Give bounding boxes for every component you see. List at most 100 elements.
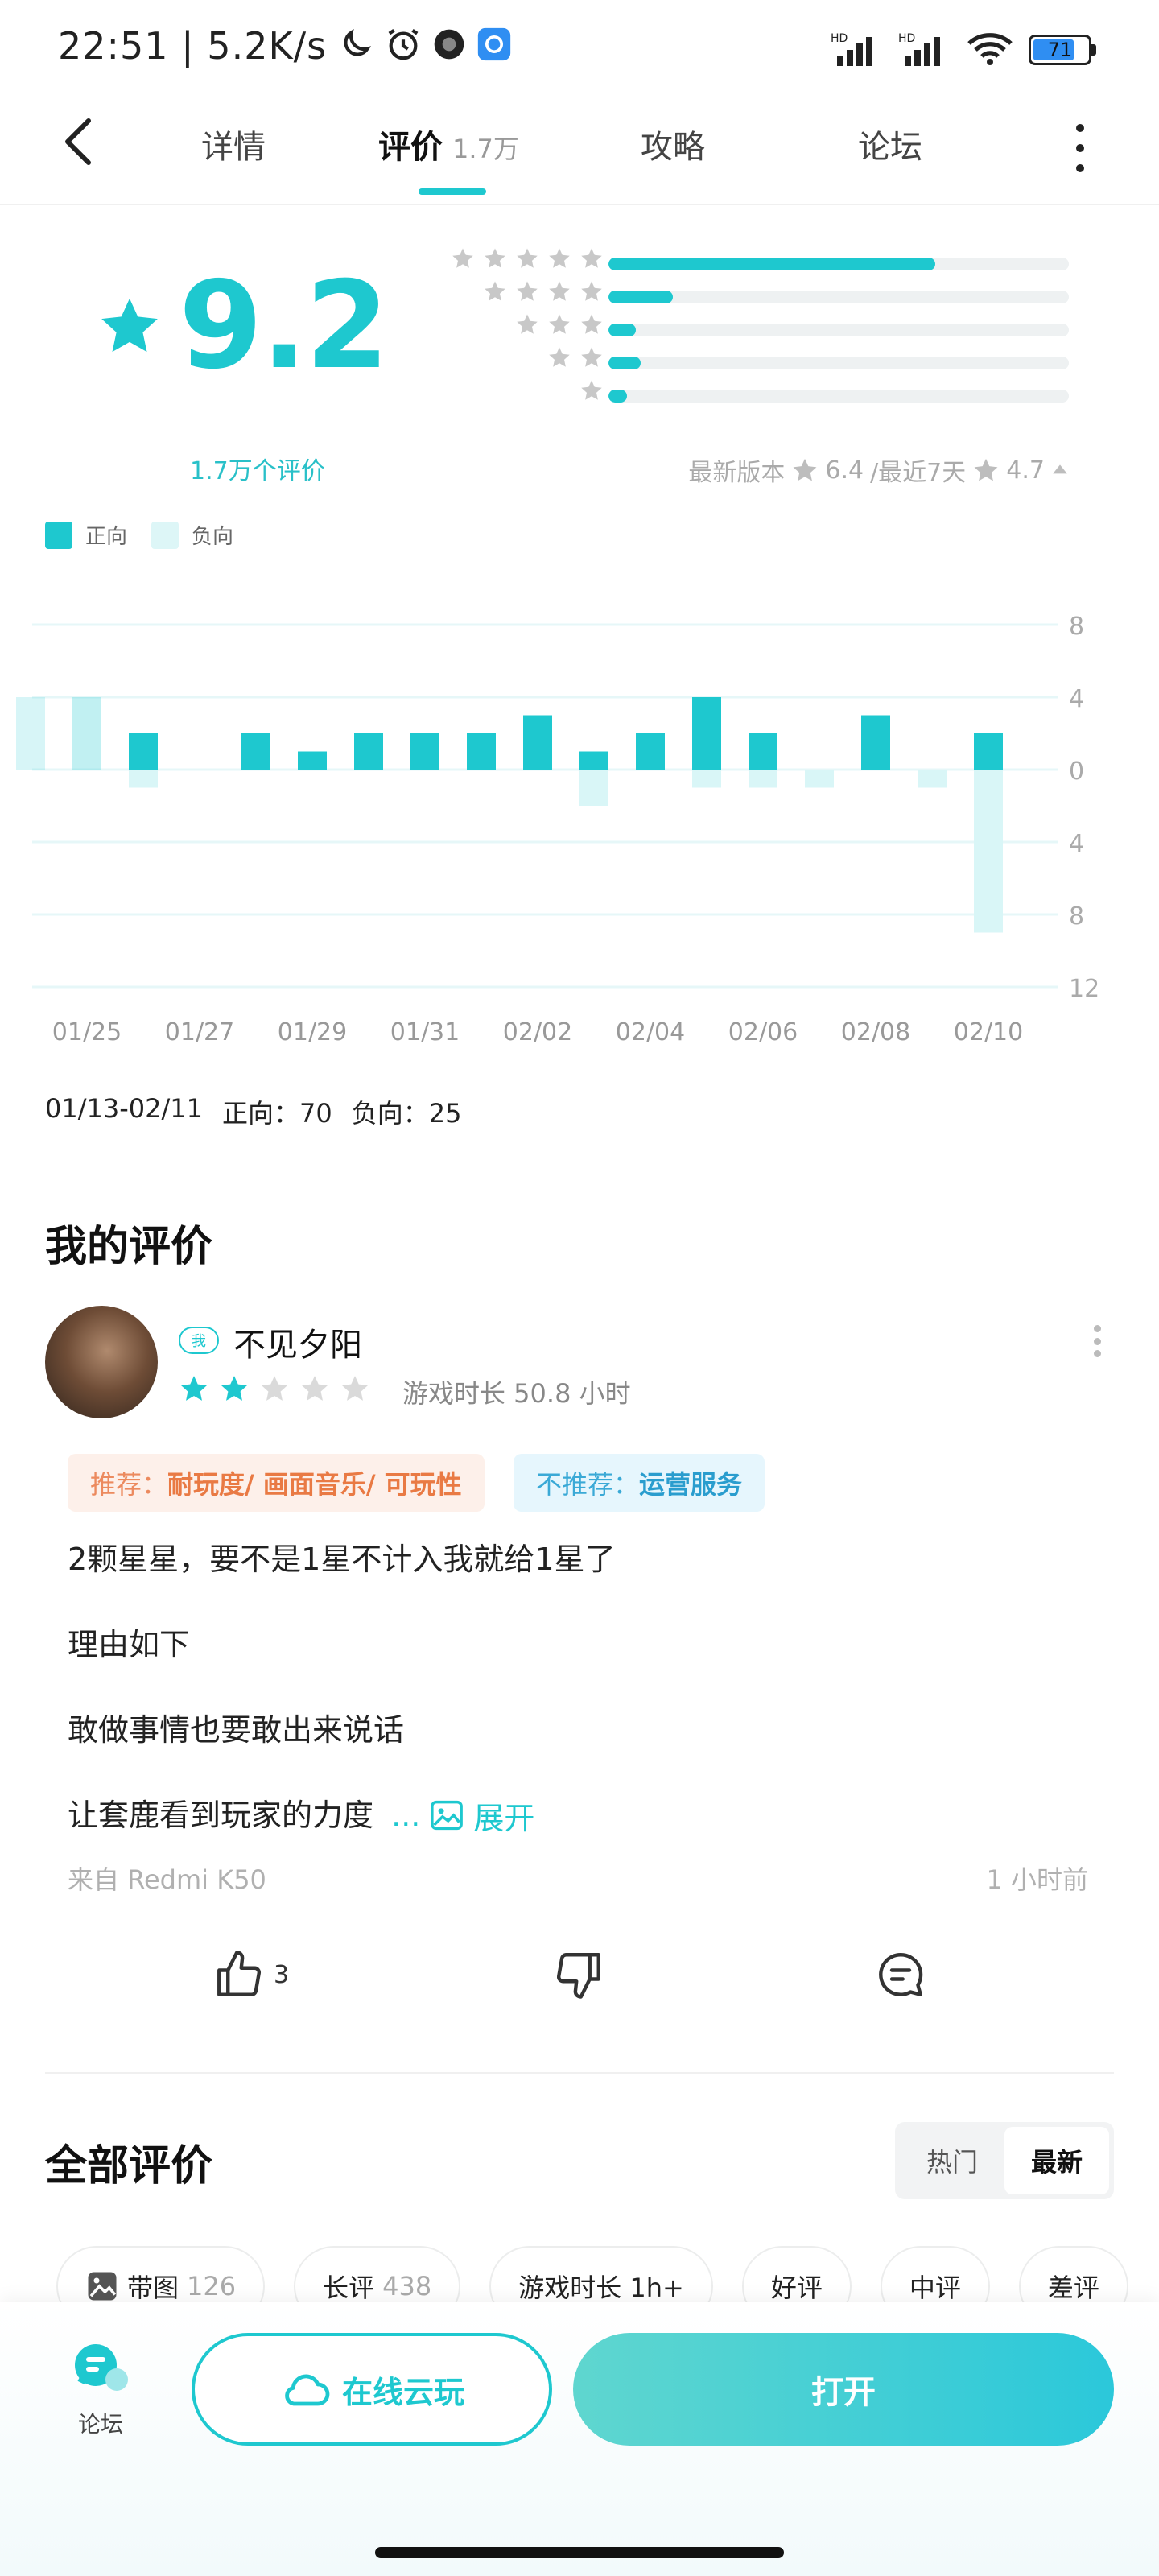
y-tick-label: 0 bbox=[1069, 758, 1084, 786]
tab-forum[interactable]: 论坛 bbox=[858, 121, 922, 167]
expand-button[interactable]: ... 展开 bbox=[391, 1794, 534, 1838]
star-icon bbox=[793, 458, 817, 481]
review-text-line: 敢做事情也要敢出来说话 bbox=[68, 1712, 405, 1748]
username[interactable]: 不见夕阳 bbox=[233, 1319, 362, 1365]
tab-reviews[interactable]: 评价 1.7万 bbox=[378, 121, 519, 167]
distribution-row-2-star bbox=[402, 345, 1079, 378]
star-icon bbox=[549, 281, 570, 301]
distribution-stars bbox=[580, 378, 604, 402]
chevron-left-icon bbox=[65, 118, 91, 165]
positive-bar[interactable] bbox=[354, 733, 383, 770]
filter-label: 差评 bbox=[1047, 2273, 1099, 2303]
distribution-stars bbox=[483, 279, 604, 303]
like-button[interactable]: 3 bbox=[212, 1948, 289, 2001]
positive-bar[interactable] bbox=[129, 733, 158, 770]
positive-bar[interactable] bbox=[72, 697, 101, 770]
star-icon bbox=[581, 380, 602, 400]
review-more-button[interactable] bbox=[1091, 1325, 1103, 1357]
caret-up-icon bbox=[1053, 464, 1067, 474]
comment-icon bbox=[879, 1953, 923, 1996]
recent-ratings[interactable]: 最新版本 6.4 /最近7天 4.7 bbox=[688, 452, 1069, 488]
signal-icon-2: HD bbox=[898, 31, 951, 69]
me-badge: 我 bbox=[179, 1327, 219, 1354]
star-icon bbox=[549, 314, 570, 334]
review-text-line-last: 让套鹿看到玩家的力度 ... 展开 bbox=[68, 1790, 534, 1838]
sort-latest[interactable]: 最新 bbox=[1004, 2127, 1109, 2194]
tab-details[interactable]: 详情 bbox=[201, 121, 266, 167]
positive-bar[interactable] bbox=[692, 697, 721, 770]
latest-version-score: 6.4 bbox=[825, 456, 864, 485]
positive-bar[interactable] bbox=[16, 697, 45, 770]
ellipsis: ... bbox=[391, 1798, 421, 1833]
bottom-action-bar: 论坛 在线云玩 打开 bbox=[0, 2302, 1159, 2576]
positive-bar[interactable] bbox=[861, 715, 890, 770]
overall-score: 9.2 bbox=[97, 266, 390, 386]
back-button[interactable] bbox=[56, 116, 105, 167]
recent-score: 4.7 bbox=[1006, 456, 1045, 485]
review-text-line: 2颗星星，要不是1星不计入我就给1星了 bbox=[68, 1542, 616, 1577]
comment-button[interactable] bbox=[874, 1948, 927, 2001]
home-indicator[interactable] bbox=[375, 2547, 784, 2558]
like-count: 3 bbox=[274, 1960, 290, 1989]
x-tick-label: 02/08 bbox=[841, 1018, 910, 1046]
star-icon bbox=[452, 248, 473, 268]
negative-bar[interactable] bbox=[580, 770, 608, 806]
distribution-row-3-star bbox=[402, 312, 1079, 345]
cloud-play-button[interactable]: 在线云玩 bbox=[192, 2333, 552, 2446]
distribution-stars bbox=[515, 312, 604, 336]
positive-bar[interactable] bbox=[241, 733, 270, 770]
period-summary: 01/13-02/11 正向：70 负向：25 bbox=[45, 1093, 461, 1130]
distribution-bar bbox=[608, 258, 1069, 270]
legend-swatch-positive bbox=[45, 521, 72, 549]
positive-bar[interactable] bbox=[410, 733, 439, 770]
star-icon bbox=[485, 281, 505, 301]
avatar[interactable] bbox=[45, 1306, 158, 1418]
star-icon bbox=[517, 314, 538, 334]
star-icon bbox=[517, 248, 538, 268]
x-tick-label: 02/04 bbox=[616, 1018, 685, 1046]
tab-reviews-count: 1.7万 bbox=[452, 134, 519, 164]
distribution-bar bbox=[608, 390, 1069, 402]
app-notification-icon bbox=[433, 28, 465, 64]
tab-guides[interactable]: 攻略 bbox=[641, 121, 705, 167]
positive-bar[interactable] bbox=[749, 733, 777, 770]
distribution-stars bbox=[547, 345, 604, 369]
distribution-row-5-star bbox=[402, 246, 1079, 279]
negative-bar[interactable] bbox=[805, 770, 834, 788]
more-options-button[interactable] bbox=[1072, 124, 1088, 172]
battery-icon: 71 bbox=[1029, 35, 1096, 65]
filter-label: 长评 bbox=[323, 2273, 375, 2303]
positive-bar[interactable] bbox=[298, 751, 327, 770]
open-button[interactable]: 打开 bbox=[573, 2333, 1114, 2446]
top-nav: 详情 评价 1.7万 攻略 论坛 bbox=[0, 97, 1159, 205]
forum-tab-button[interactable]: 论坛 bbox=[56, 2341, 145, 2439]
distribution-bar-fill bbox=[608, 258, 936, 270]
positive-bar[interactable] bbox=[467, 733, 496, 770]
distribution-row-4-star bbox=[402, 279, 1079, 312]
status-bar: 22:51 | 5.2K/s HD HD 71 bbox=[0, 0, 1159, 97]
moon-icon bbox=[338, 27, 373, 65]
star-icon bbox=[517, 281, 538, 301]
rating-count: 1.7万个评价 bbox=[190, 457, 325, 485]
negative-bar[interactable] bbox=[918, 770, 947, 788]
negative-bar[interactable] bbox=[692, 770, 721, 788]
playtime: 游戏时长 50.8 小时 bbox=[402, 1378, 631, 1409]
positive-bar[interactable] bbox=[974, 733, 1003, 770]
positive-bar[interactable] bbox=[636, 733, 665, 770]
positive-bar[interactable] bbox=[580, 751, 608, 770]
distribution-bar-fill bbox=[608, 291, 674, 303]
my-star-rating bbox=[179, 1373, 370, 1404]
sort-popular[interactable]: 热门 bbox=[900, 2127, 1004, 2194]
x-tick-label: 01/31 bbox=[390, 1018, 460, 1046]
negative-bar[interactable] bbox=[974, 770, 1003, 933]
wifi-icon bbox=[966, 31, 1014, 69]
star-icon bbox=[581, 347, 602, 367]
filter-label: 中评 bbox=[909, 2273, 961, 2303]
dislike-button[interactable] bbox=[552, 1948, 605, 2001]
negative-bar[interactable] bbox=[129, 770, 158, 788]
negative-bar[interactable] bbox=[749, 770, 777, 788]
positive-bar[interactable] bbox=[523, 715, 552, 770]
review-trend-chart[interactable]: 8 4 0 4 8 12 01/25 01/27 01/29 01/31 02/02 02/04 02/… bbox=[0, 596, 1159, 1063]
filter-count: 126 bbox=[187, 2271, 237, 2301]
legend-positive: 正向 bbox=[85, 525, 128, 549]
